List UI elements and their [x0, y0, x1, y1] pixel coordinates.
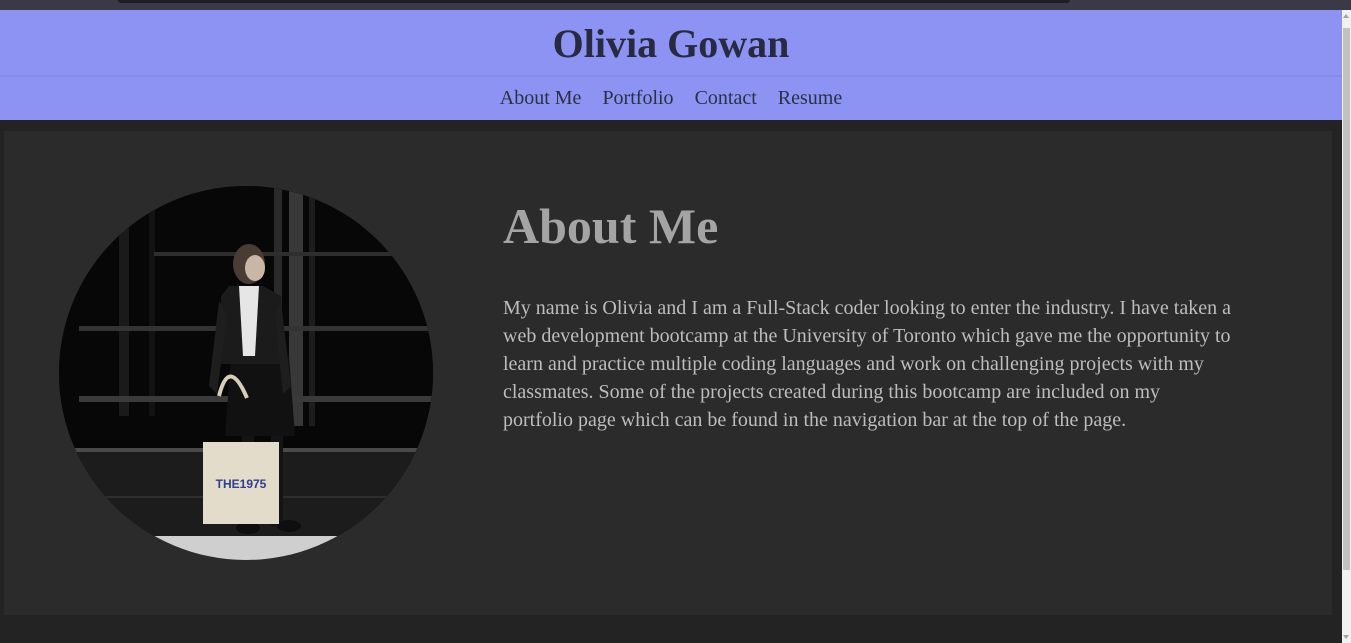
- about-paragraph: My name is Olivia and I am a Full-Stack …: [503, 297, 1231, 431]
- profile-photo-illustration: THE1975: [59, 186, 433, 560]
- site-title: Olivia Gowan: [552, 21, 790, 66]
- scroll-up-arrow-icon[interactable]: [1343, 14, 1349, 18]
- nav-link-about-me[interactable]: About Me: [500, 87, 582, 109]
- scrollbar-thumb[interactable]: [1343, 28, 1350, 570]
- about-heading: About Me: [503, 198, 719, 254]
- nav-link-contact[interactable]: Contact: [695, 87, 757, 109]
- browser-tab-bar: [118, 0, 1070, 3]
- browser-top-strip: [0, 0, 1351, 10]
- nav-link-portfolio[interactable]: Portfolio: [602, 87, 673, 109]
- site-header: Olivia Gowan About Me Portfolio Contact …: [0, 10, 1342, 120]
- profile-photo: THE1975: [59, 186, 433, 560]
- main-navigation: About Me Portfolio Contact Resume: [0, 86, 1342, 110]
- vertical-scrollbar[interactable]: [1342, 10, 1351, 643]
- nav-link-resume[interactable]: Resume: [778, 87, 842, 109]
- tote-bag-text: THE1975: [216, 477, 267, 491]
- scroll-down-arrow-icon[interactable]: [1343, 635, 1349, 639]
- header-divider: [0, 75, 1342, 77]
